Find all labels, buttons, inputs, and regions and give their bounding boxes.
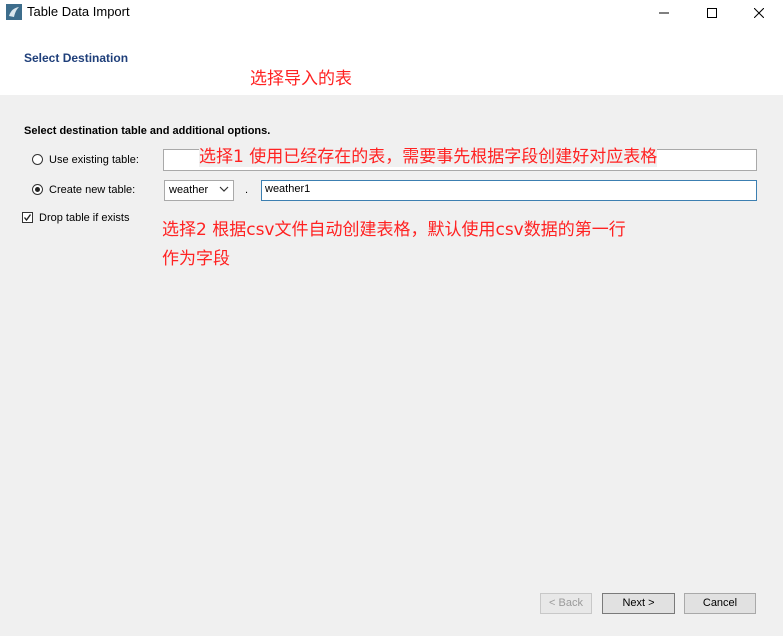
create-new-label: Create new table: [49,184,136,196]
drop-table-label: Drop table if exists [39,212,130,224]
schema-select-value: weather [169,184,209,196]
use-existing-label: Use existing table: [49,154,139,166]
instruction-text: Select destination table and additional … [24,125,271,137]
new-table-name-input[interactable]: weather1 [261,180,757,201]
chevron-down-icon [219,186,229,192]
use-existing-radio[interactable] [32,154,43,165]
annotation-heading: 选择导入的表 [250,69,352,89]
checkmark-icon [23,214,32,222]
annotation-option2-line2: 作为字段 [162,249,230,269]
cancel-button[interactable]: Cancel [684,593,756,614]
schema-select[interactable]: weather [164,180,234,201]
annotation-option1: 选择1 使用已经存在的表，需要事先根据字段创建好对应表格 [199,142,658,167]
app-icon [6,4,22,20]
title-bar: Table Data Import [0,0,783,25]
page-title: Select Destination [24,51,129,65]
create-new-radio[interactable] [32,184,43,195]
maximize-button[interactable] [689,0,735,25]
wizard-header: Select Destination 选择导入的表 [0,25,783,95]
annotation-option2-line1: 选择2 根据csv文件自动创建表格，默认使用csv数据的第一行 [162,220,626,240]
next-button[interactable]: Next > [602,593,675,614]
schema-separator: . [245,184,249,196]
minimize-button[interactable] [641,0,687,25]
close-button[interactable] [736,0,782,25]
window-title: Table Data Import [27,4,130,19]
close-icon [754,7,764,18]
minimize-icon [659,12,669,13]
drop-table-checkbox[interactable] [22,212,33,223]
maximize-icon [707,7,717,18]
back-button[interactable]: < Back [540,593,592,614]
wizard-content: Select destination table and additional … [0,95,783,636]
